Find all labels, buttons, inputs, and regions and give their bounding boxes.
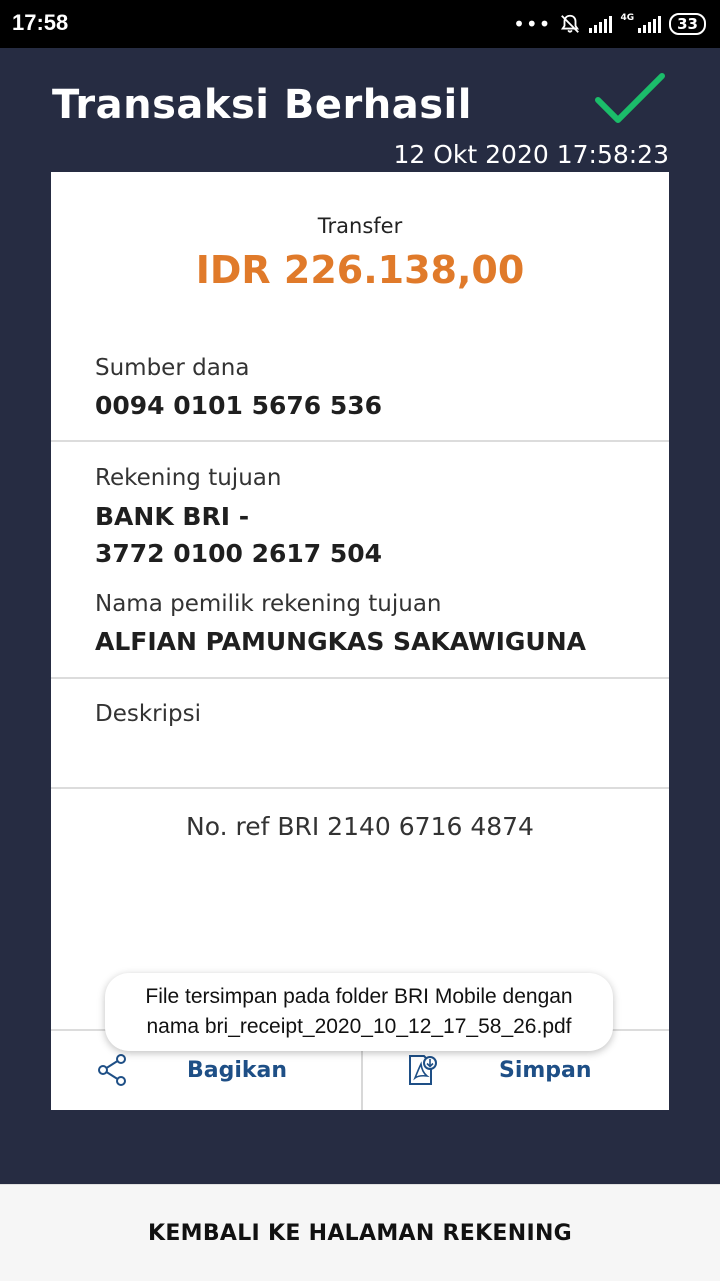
toast-line-1: File tersimpan pada folder BRI Mobile de… [145, 985, 573, 1008]
source-label: Sumber dana [95, 355, 250, 381]
destination-bank: BANK BRI - [95, 502, 250, 531]
transaction-amount: IDR 226.138,00 [195, 248, 525, 292]
description-label: Deskripsi [95, 701, 201, 727]
destination-label: Rekening tujuan [95, 465, 282, 491]
status-bar: 17:58 ••• 4G 33 [0, 0, 720, 48]
more-dots-icon: ••• [513, 12, 552, 36]
save-label: Simpan [499, 1057, 592, 1083]
destination-account: 3772 0100 2617 504 [95, 539, 383, 568]
notifications-off-icon [561, 14, 580, 33]
network-type-label: 4G [620, 12, 635, 23]
reference-number: No. ref BRI 2140 6716 4874 [186, 812, 534, 841]
share-label: Bagikan [187, 1057, 288, 1083]
source-account: 0094 0101 5676 536 [95, 391, 383, 420]
save-toast: File tersimpan pada folder BRI Mobile de… [105, 973, 613, 1051]
divider [51, 787, 669, 789]
battery-icon: 33 [669, 13, 706, 35]
owner-label: Nama pemilik rekening tujuan [95, 591, 442, 617]
status-icons: ••• 4G 33 [513, 10, 706, 38]
pdf-download-icon [409, 1055, 437, 1085]
transaction-type: Transfer [317, 214, 403, 238]
signal-icon [638, 15, 662, 33]
back-to-account-button[interactable]: KEMBALI KE HALAMAN REKENING [0, 1184, 720, 1281]
divider [51, 677, 669, 679]
divider [51, 440, 669, 442]
page-title: Transaksi Berhasil [52, 82, 472, 128]
transaction-datetime: 12 Okt 2020 17:58:23 [393, 140, 669, 169]
toast-line-2: nama bri_receipt_2020_10_12_17_58_26.pdf [146, 1015, 572, 1038]
signal-icon [589, 15, 613, 33]
status-time: 17:58 [12, 10, 69, 35]
checkmark-icon [595, 73, 665, 123]
share-icon [98, 1054, 126, 1086]
owner-name: ALFIAN PAMUNGKAS SAKAWIGUNA [95, 627, 586, 656]
back-to-account-label: KEMBALI KE HALAMAN REKENING [147, 1220, 573, 1246]
receipt-card: Transfer IDR 226.138,00 Sumber dana 0094… [51, 172, 669, 1110]
